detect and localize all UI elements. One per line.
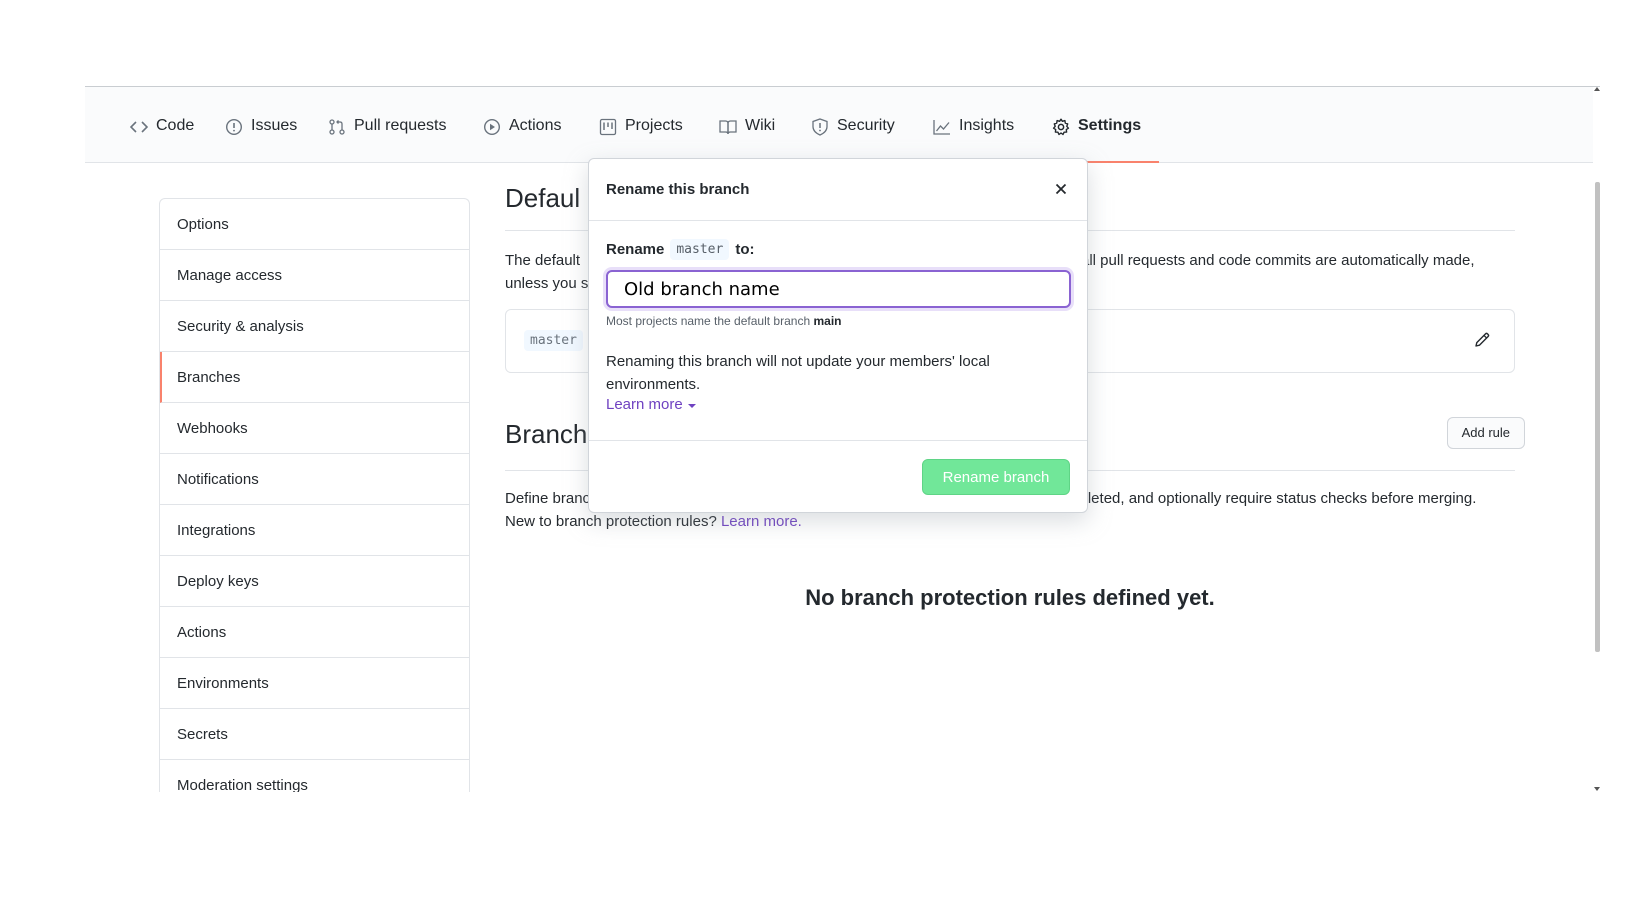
default-desc-right: all pull requests and code commits are a… [1081,252,1475,269]
play-icon [483,118,501,136]
sidebar-item-environments[interactable]: Environments [160,658,469,709]
page-scrollbar[interactable] [1593,87,1600,792]
code-icon [130,118,148,136]
gear-icon [1052,118,1070,136]
rename-label: Rename master to: [606,239,1070,260]
app-root: Code Issues Pull requests Actions Projec… [0,0,1637,922]
tab-pull-requests[interactable]: Pull requests [328,117,447,163]
shield-icon [811,118,829,136]
rename-branch-dialog: Rename this branch Rename master to: Mos… [588,158,1088,513]
hint-text: Most projects name the default branch [606,314,811,328]
tab-settings[interactable]: Settings [1041,117,1160,163]
sidebar-item-deploy-keys[interactable]: Deploy keys [160,556,469,607]
learn-more-label: Learn more [606,396,683,413]
tab-label: Insights [959,117,1015,134]
sidebar-item-manage-access[interactable]: Manage access [160,250,469,301]
tab-code[interactable]: Code [130,117,194,163]
protection-learn-more-link[interactable]: Learn more. [721,513,802,530]
default-desc-left: The default [505,252,581,269]
sidebar-item-webhooks[interactable]: Webhooks [160,403,469,454]
blank-state-message: No branch protection rules defined yet. [805,585,1215,610]
caret-down-icon [687,403,696,408]
close-icon[interactable] [1051,179,1071,199]
sidebar-item-integrations[interactable]: Integrations [160,505,469,556]
dialog-header: Rename this branch [589,159,1087,221]
git-pull-request-icon [328,118,346,136]
graph-icon [933,118,951,136]
project-icon [599,118,617,136]
sidebar-item-branches[interactable]: Branches [160,352,469,403]
sidebar-item-moderation-settings[interactable]: Moderation settings [160,760,469,792]
tab-label: Issues [251,117,298,134]
sidebar-item-security-analysis[interactable]: Security & analysis [160,301,469,352]
tab-wiki[interactable]: Wiki [719,117,775,163]
sidebar-item-secrets[interactable]: Secrets [160,709,469,760]
tab-actions[interactable]: Actions [483,117,561,163]
branch-name-hint: Most projects name the default branch ma… [606,314,1070,328]
tab-label: Code [156,117,195,134]
default-branch-name: master [524,330,583,351]
rename-suffix: to: [735,241,755,258]
issue-opened-icon [225,118,243,136]
scroll-down-arrow-icon[interactable] [1594,787,1600,791]
settings-sidebar: Options Manage access Security & analysi… [159,198,470,792]
dialog-body: Rename master to: Most projects name the… [589,221,1087,414]
sidebar-item-options[interactable]: Options [160,199,469,250]
tab-insights[interactable]: Insights [933,117,1014,163]
tab-issues[interactable]: Issues [225,117,297,163]
learn-more-toggle[interactable]: Learn more [606,396,696,413]
rename-prefix: Rename [606,241,665,258]
sidebar-item-actions[interactable]: Actions [160,607,469,658]
tab-label: Actions [509,117,562,134]
scroll-thumb[interactable] [1595,182,1600,652]
current-branch-name: master [670,239,730,260]
dialog-title: Rename this branch [606,181,750,198]
new-branch-name-input[interactable] [606,270,1071,308]
repo-tabs: Code Issues Pull requests Actions Projec… [85,87,1600,163]
rename-warning-note: Renaming this branch will not update you… [606,353,990,393]
tab-label: Pull requests [354,117,447,134]
tab-projects[interactable]: Projects [599,117,683,163]
tab-label: Projects [625,117,683,134]
tab-label: Security [837,117,895,134]
tab-label: Wiki [745,117,776,134]
pencil-icon[interactable] [1472,330,1492,350]
rename-branch-button[interactable]: Rename branch [922,459,1070,495]
add-rule-button[interactable]: Add rule [1446,417,1525,449]
sidebar-item-notifications[interactable]: Notifications [160,454,469,505]
scroll-up-arrow-icon[interactable] [1594,87,1600,91]
dialog-footer: Rename branch [589,440,1087,512]
tab-security[interactable]: Security [811,117,895,163]
tab-label: Settings [1078,117,1142,134]
hint-branch: main [813,314,842,328]
default-desc-line2: unless you s [505,275,589,292]
book-icon [719,118,737,136]
